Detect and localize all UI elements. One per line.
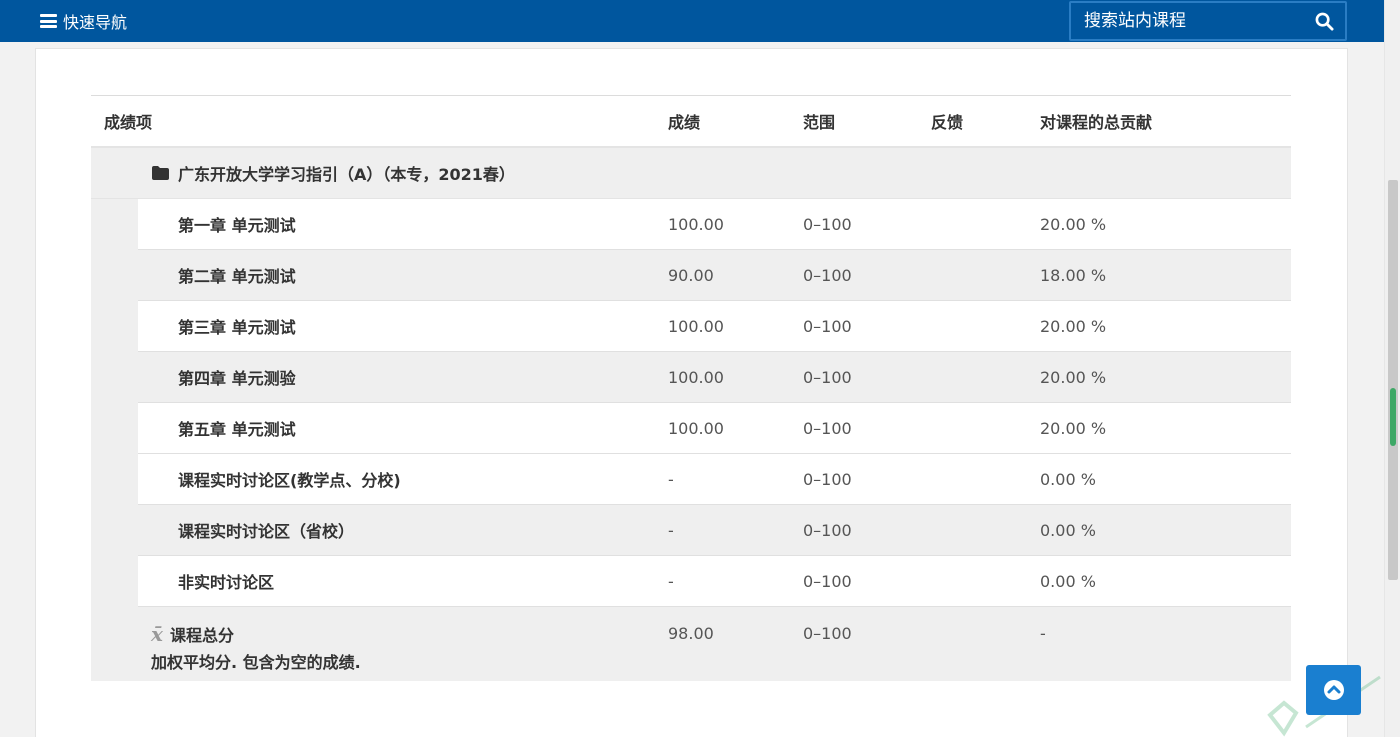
category-name: 广东开放大学学习指引（A）（本专，2021春） (178, 165, 515, 184)
course-total-range: 0–100 (803, 624, 852, 643)
grade-contribution: 20.00 % (1040, 367, 1107, 387)
chevron-up-icon (1323, 680, 1344, 700)
top-navbar: 快速导航 (0, 0, 1384, 42)
course-search (1069, 1, 1347, 41)
grade-contribution: 20.00 % (1040, 418, 1107, 438)
folder-icon (152, 166, 169, 180)
grade-range: 0–100 (803, 469, 852, 489)
menu-icon (40, 12, 57, 31)
course-total-contribution: - (1040, 624, 1046, 643)
grade-contribution: 0.00 % (1040, 571, 1096, 591)
grade-value: 90.00 (668, 265, 714, 285)
quick-nav-toggle[interactable]: 快速导航 (40, 0, 127, 42)
header-range: 范围 (803, 113, 836, 132)
grade-range: 0–100 (803, 316, 852, 336)
course-total-label: 课程总分 (169, 626, 234, 645)
header-contribution: 对课程的总贡献 (1040, 113, 1153, 132)
watermark-shape (1267, 700, 1299, 737)
grade-range: 0–100 (803, 367, 852, 387)
grade-contribution: 20.00 % (1040, 214, 1107, 234)
page-scrollbar[interactable] (1384, 0, 1400, 737)
grade-contribution: 0.00 % (1040, 520, 1096, 540)
grade-item-name[interactable]: 课程实时讨论区(教学点、分校) (138, 467, 668, 491)
course-total-row: x̄ 课程总分 加权平均分. 包含为空的成绩. 98.00 0–100 - (91, 607, 1291, 681)
grade-items: 第一章 单元测试 100.00 0–100 20.00 % 第二章 单元测试 9… (91, 199, 1291, 607)
grade-item-name[interactable]: 第五章 单元测试 (138, 416, 668, 440)
scrollbar-thumb[interactable] (1388, 180, 1398, 580)
grade-item-name[interactable]: 第四章 单元测验 (138, 365, 668, 389)
mean-icon: x̄ (151, 622, 163, 646)
grade-range: 0–100 (803, 265, 852, 285)
header-grade: 成绩 (668, 113, 701, 132)
grade-contribution: 18.00 % (1040, 265, 1107, 285)
header-feedback: 反馈 (931, 113, 964, 132)
category-row: 广东开放大学学习指引（A）（本专，2021春） (91, 148, 1291, 199)
grade-item-name[interactable]: 第一章 单元测试 (138, 212, 668, 236)
grade-value: 100.00 (668, 367, 724, 387)
grades-table: 成绩项 成绩 范围 反馈 对课程的总贡献 广东开放大学学习指引（A）（本专，20… (91, 95, 1291, 681)
grade-range: 0–100 (803, 520, 852, 540)
grade-range: 0–100 (803, 571, 852, 591)
course-total-grade: 98.00 (668, 624, 714, 643)
course-search-input[interactable] (1071, 3, 1303, 39)
table-row: 第二章 单元测试 90.00 0–100 18.00 % (138, 250, 1291, 301)
course-total-feedback (931, 607, 1040, 681)
table-row: 第五章 单元测试 100.00 0–100 20.00 % (138, 403, 1291, 454)
grade-contribution: 0.00 % (1040, 469, 1096, 489)
grade-contribution: 20.00 % (1040, 316, 1107, 336)
scrollbar-marker (1390, 388, 1396, 446)
table-row: 第四章 单元测验 100.00 0–100 20.00 % (138, 352, 1291, 403)
back-to-top-button[interactable] (1306, 665, 1361, 715)
course-total-cell: x̄ 课程总分 加权平均分. 包含为空的成绩. (91, 607, 668, 681)
grade-item-name[interactable]: 第三章 单元测试 (138, 314, 668, 338)
grade-value: - (668, 469, 674, 489)
grade-value: 100.00 (668, 316, 724, 336)
header-item: 成绩项 (104, 113, 153, 132)
grade-item-name[interactable]: 课程实时讨论区（省校） (138, 518, 668, 542)
quick-nav-label: 快速导航 (63, 13, 128, 32)
table-row: 非实时讨论区 - 0–100 0.00 % (138, 556, 1291, 607)
grade-item-name[interactable]: 第二章 单元测试 (138, 263, 668, 287)
table-row: 课程实时讨论区(教学点、分校) - 0–100 0.00 % (138, 454, 1291, 505)
grade-value: 100.00 (668, 214, 724, 234)
grade-item-name[interactable]: 非实时讨论区 (138, 569, 668, 593)
grade-value: - (668, 571, 674, 591)
table-row: 第三章 单元测试 100.00 0–100 20.00 % (138, 301, 1291, 352)
search-icon (1315, 12, 1334, 31)
grade-value: 100.00 (668, 418, 724, 438)
search-button[interactable] (1303, 3, 1345, 39)
table-row: 课程实时讨论区（省校） - 0–100 0.00 % (138, 505, 1291, 556)
table-row: 第一章 单元测试 100.00 0–100 20.00 % (138, 199, 1291, 250)
table-header: 成绩项 成绩 范围 反馈 对课程的总贡献 (91, 96, 1291, 148)
grade-range: 0–100 (803, 214, 852, 234)
course-total-note: 加权平均分. 包含为空的成绩. (151, 653, 361, 672)
grade-range: 0–100 (803, 418, 852, 438)
grade-value: - (668, 520, 674, 540)
